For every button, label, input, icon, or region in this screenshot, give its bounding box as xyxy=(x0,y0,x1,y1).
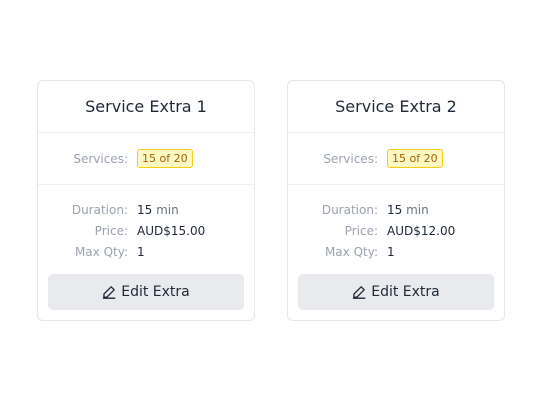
max-qty-label: Max Qty: xyxy=(74,244,128,259)
card-title: Service Extra 1 xyxy=(38,81,254,133)
card-details: Duration: 15 min Price: AUD$15.00 Max Qt… xyxy=(38,185,254,262)
max-qty-value: 1 xyxy=(137,244,145,259)
duration-label: Duration: xyxy=(71,202,128,217)
max-qty-row: Max Qty: 1 xyxy=(38,241,254,262)
services-label: Services: xyxy=(323,151,378,166)
duration-label: Duration: xyxy=(321,202,378,217)
services-row: Services: 15 of 20 xyxy=(38,133,254,185)
price-value: AUD$15.00 xyxy=(137,223,206,238)
pencil-icon xyxy=(352,285,366,299)
max-qty-row: Max Qty: 1 xyxy=(288,241,504,262)
max-qty-label: Max Qty: xyxy=(324,244,378,259)
price-row: Price: AUD$12.00 xyxy=(288,220,504,241)
duration-number: 15 xyxy=(387,202,403,217)
duration-value: 15 min xyxy=(137,203,179,217)
services-count-badge: 15 of 20 xyxy=(137,149,193,168)
services-row: Services: 15 of 20 xyxy=(288,133,504,185)
edit-extra-button[interactable]: Edit Extra xyxy=(298,274,494,310)
pencil-icon xyxy=(102,285,116,299)
edit-extra-button[interactable]: Edit Extra xyxy=(48,274,244,310)
price-label: Price: xyxy=(94,223,128,238)
duration-value: 15 min xyxy=(387,203,429,217)
duration-unit: min xyxy=(406,202,429,217)
price-value: AUD$12.00 xyxy=(387,223,456,238)
price-label: Price: xyxy=(344,223,378,238)
services-count-badge: 15 of 20 xyxy=(387,149,443,168)
edit-extra-label: Edit Extra xyxy=(121,284,190,300)
duration-row: Duration: 15 min xyxy=(38,199,254,220)
service-extra-card: Service Extra 2 Services: 15 of 20 Durat… xyxy=(287,80,505,321)
max-qty-value: 1 xyxy=(387,244,395,259)
page: Service Extra 1 Services: 15 of 20 Durat… xyxy=(0,0,546,404)
edit-extra-label: Edit Extra xyxy=(371,284,440,300)
duration-unit: min xyxy=(156,202,179,217)
card-title: Service Extra 2 xyxy=(288,81,504,133)
service-extra-card: Service Extra 1 Services: 15 of 20 Durat… xyxy=(37,80,255,321)
card-details: Duration: 15 min Price: AUD$12.00 Max Qt… xyxy=(288,185,504,262)
duration-row: Duration: 15 min xyxy=(288,199,504,220)
duration-number: 15 xyxy=(137,202,153,217)
services-label: Services: xyxy=(73,151,128,166)
price-row: Price: AUD$15.00 xyxy=(38,220,254,241)
